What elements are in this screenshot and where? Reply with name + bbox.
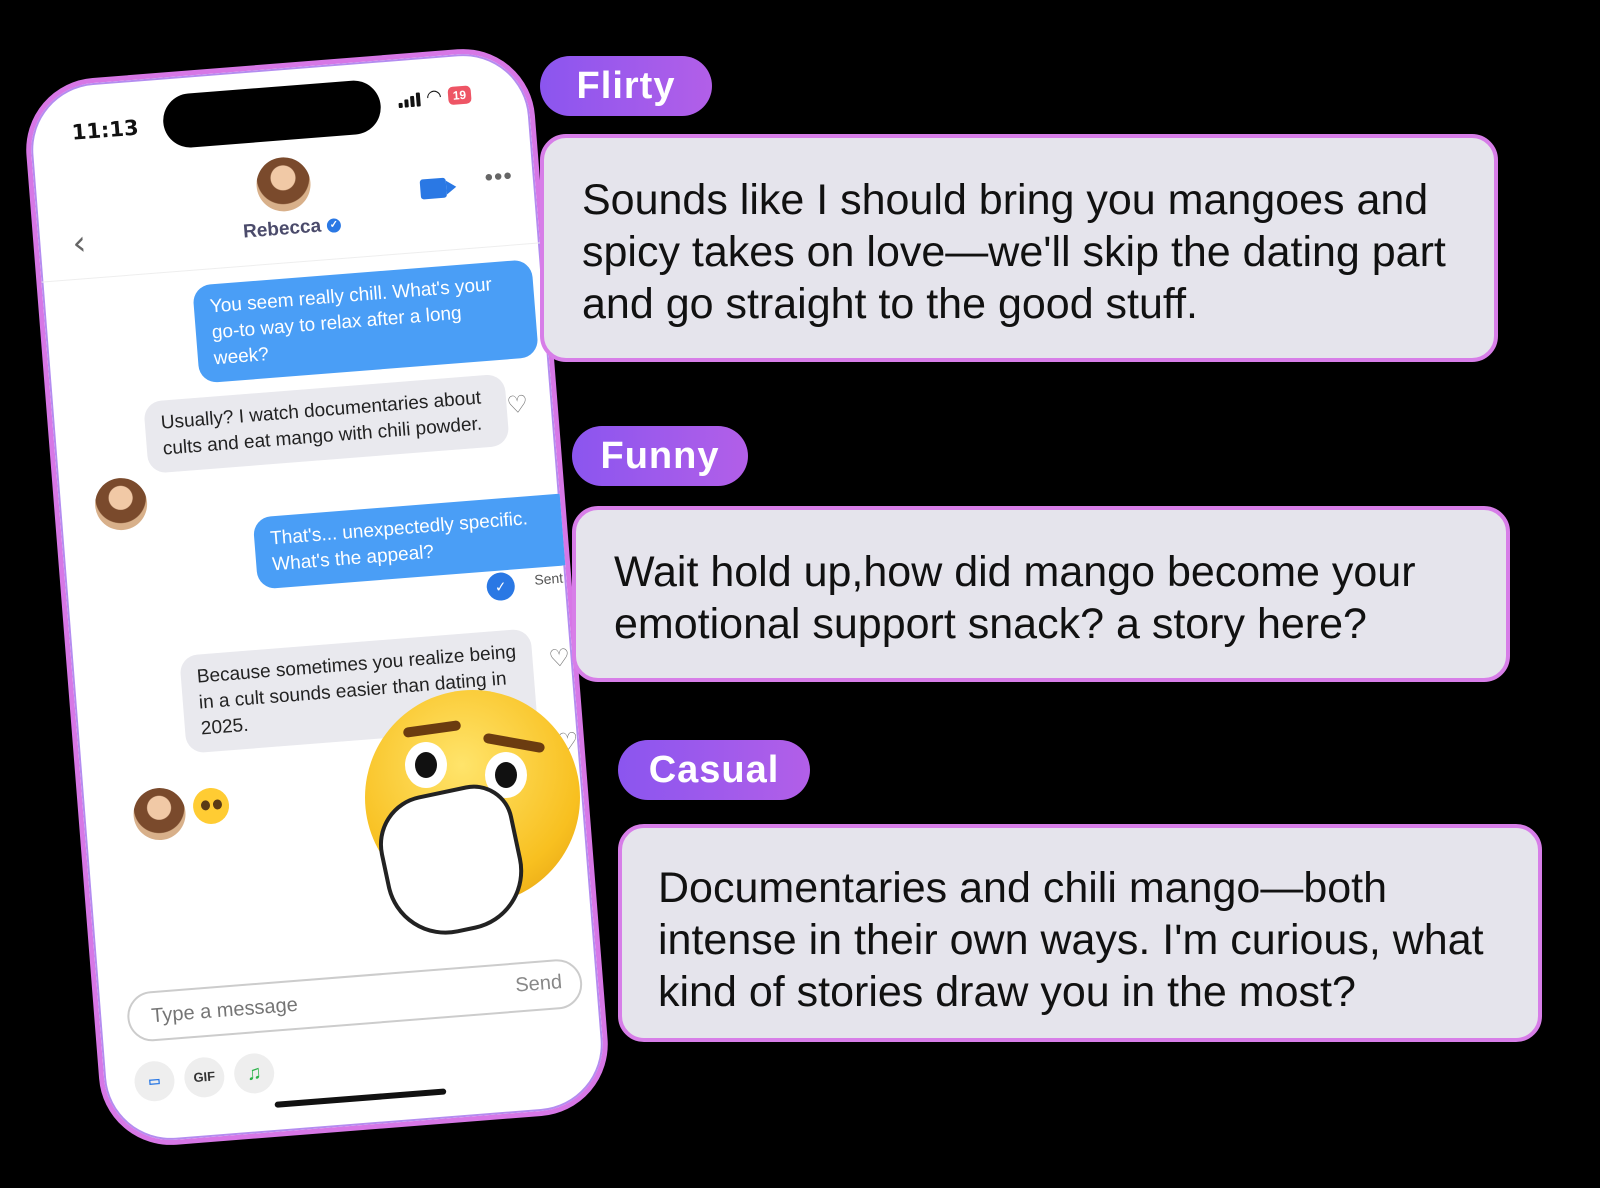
verified-icon: ✓ <box>326 217 342 234</box>
signal-icon <box>398 90 421 108</box>
emoji-brow <box>402 720 462 738</box>
status-time: 11:13 <box>70 115 140 145</box>
emoji-brow <box>482 732 546 754</box>
message-composer: Send <box>125 957 585 1044</box>
dynamic-island <box>161 78 383 150</box>
contact-avatar-small <box>93 476 150 533</box>
tag-funny: Funny <box>572 426 748 486</box>
sticker-icon[interactable]: ▭ <box>132 1059 176 1103</box>
emoji-eye <box>405 742 447 788</box>
video-call-icon[interactable] <box>419 177 448 200</box>
music-icon[interactable]: ♫ <box>232 1051 276 1095</box>
sent-status: Sent <box>533 569 564 588</box>
suggestion-card-flirty[interactable]: Sounds like I should bring you mangoes a… <box>540 134 1498 362</box>
battery-icon: 19 <box>447 84 472 105</box>
message-bubble-outgoing: That's... unexpectedly specific. What's … <box>252 492 580 590</box>
read-receipt-icon: ✓ <box>485 571 516 602</box>
suggestion-card-funny[interactable]: Wait hold up,how did mango become your e… <box>572 506 1510 682</box>
gif-button[interactable]: GIF <box>182 1055 226 1099</box>
pleading-face-emoji <box>191 786 231 826</box>
contact-avatar-small <box>131 786 188 842</box>
message-bubble-incoming: Usually? I watch documentaries about cul… <box>143 373 510 474</box>
tag-casual: Casual <box>618 740 810 800</box>
tag-flirty: Flirty <box>540 56 712 116</box>
phone-mockup: 11:13 ◠ 19 ‹ Rebecca ✓ ••• You seem reall… <box>20 43 614 1151</box>
suggestion-card-casual[interactable]: Documentaries and chili mango—both inten… <box>618 824 1542 1042</box>
message-bubble-outgoing: You seem really chill. What's your go-to… <box>192 259 539 384</box>
more-options-icon[interactable]: ••• <box>484 162 514 192</box>
send-button[interactable]: Send <box>515 971 563 998</box>
status-icons: ◠ 19 <box>397 83 472 110</box>
contact-name[interactable]: Rebecca ✓ <box>242 214 342 244</box>
heart-icon[interactable]: ♡ <box>547 643 571 673</box>
heart-icon[interactable]: ♡ <box>505 390 529 420</box>
contact-avatar[interactable] <box>254 155 313 214</box>
wifi-icon: ◠ <box>425 85 443 108</box>
message-input[interactable] <box>148 975 484 1032</box>
back-icon[interactable]: ‹ <box>71 223 88 264</box>
home-indicator <box>274 1088 447 1108</box>
contact-name-text: Rebecca <box>242 215 322 243</box>
chat-header: ‹ Rebecca ✓ ••• <box>32 132 540 283</box>
